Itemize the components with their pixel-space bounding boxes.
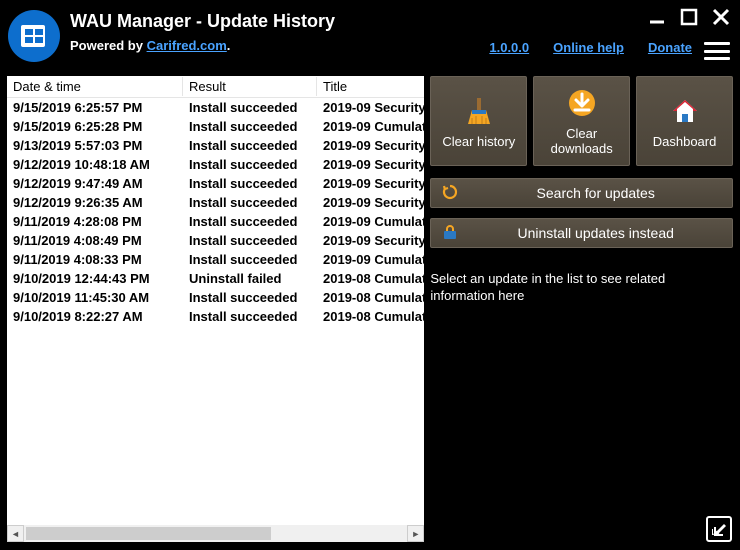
cell-date: 9/11/2019 4:28:08 PM bbox=[7, 212, 183, 231]
dashboard-label: Dashboard bbox=[653, 134, 717, 149]
table-body: 9/15/2019 6:25:57 PMInstall succeeded201… bbox=[7, 98, 424, 525]
cell-result: Install succeeded bbox=[183, 307, 317, 326]
cell-result: Install succeeded bbox=[183, 155, 317, 174]
cell-title: 2019-08 Cumulative Up bbox=[317, 307, 424, 326]
cell-title: 2019-08 Cumulative Up bbox=[317, 269, 424, 288]
cell-date: 9/10/2019 12:44:43 PM bbox=[7, 269, 183, 288]
cell-result: Install succeeded bbox=[183, 136, 317, 155]
powered-by-label: Powered by bbox=[70, 38, 147, 53]
cell-result: Uninstall failed bbox=[183, 269, 317, 288]
header-links: 1.0.0.0 Online help Donate bbox=[489, 40, 692, 55]
col-result[interactable]: Result bbox=[183, 77, 317, 96]
table-row[interactable]: 9/15/2019 6:25:28 PMInstall succeeded201… bbox=[7, 117, 424, 136]
clear-downloads-label: Clear downloads bbox=[536, 126, 627, 156]
cell-date: 9/12/2019 10:48:18 AM bbox=[7, 155, 183, 174]
cell-date: 9/13/2019 5:57:03 PM bbox=[7, 136, 183, 155]
donate-link[interactable]: Donate bbox=[648, 40, 692, 55]
table-row[interactable]: 9/11/2019 4:08:49 PMInstall succeeded201… bbox=[7, 231, 424, 250]
home-icon bbox=[670, 94, 700, 128]
refresh-icon bbox=[441, 183, 459, 204]
side-panel: Clear history Clear downloads Dashboard … bbox=[428, 76, 733, 542]
cell-title: 2019-09 Security Upda bbox=[317, 155, 424, 174]
powered-by-suffix: . bbox=[227, 38, 231, 53]
cell-title: 2019-09 Cumulative Up bbox=[317, 250, 424, 269]
table-row[interactable]: 9/10/2019 12:44:43 PMUninstall failed201… bbox=[7, 269, 424, 288]
cell-date: 9/10/2019 11:45:30 AM bbox=[7, 288, 183, 307]
table-row[interactable]: 9/15/2019 6:25:57 PMInstall succeeded201… bbox=[7, 98, 424, 117]
update-history-table[interactable]: Date & time Result Title 9/15/2019 6:25:… bbox=[7, 76, 424, 542]
col-date[interactable]: Date & time bbox=[7, 77, 183, 96]
clear-downloads-button[interactable]: Clear downloads bbox=[533, 76, 630, 166]
table-row[interactable]: 9/12/2019 9:26:35 AMInstall succeeded201… bbox=[7, 193, 424, 212]
scroll-track[interactable] bbox=[24, 525, 407, 542]
horizontal-scrollbar[interactable]: ◄ ► bbox=[7, 525, 424, 542]
minimize-button[interactable] bbox=[646, 6, 668, 28]
cell-date: 9/12/2019 9:47:49 AM bbox=[7, 174, 183, 193]
clear-history-label: Clear history bbox=[442, 134, 515, 149]
cell-title: 2019-09 Security Upda bbox=[317, 231, 424, 250]
version-link[interactable]: 1.0.0.0 bbox=[489, 40, 529, 55]
clear-history-button[interactable]: Clear history bbox=[430, 76, 527, 166]
lock-icon bbox=[441, 223, 459, 244]
online-help-link[interactable]: Online help bbox=[553, 40, 624, 55]
cell-title: 2019-09 Cumulative Up bbox=[317, 117, 424, 136]
cell-title: 2019-09 Security Upda bbox=[317, 174, 424, 193]
table-row[interactable]: 9/13/2019 5:57:03 PMInstall succeeded201… bbox=[7, 136, 424, 155]
app-logo-icon bbox=[8, 10, 60, 62]
download-icon bbox=[567, 86, 597, 120]
cell-title: 2019-08 Cumulative Up bbox=[317, 288, 424, 307]
cell-date: 9/15/2019 6:25:57 PM bbox=[7, 98, 183, 117]
maximize-button[interactable] bbox=[678, 6, 700, 28]
window-controls bbox=[646, 6, 732, 28]
menu-icon[interactable] bbox=[704, 40, 730, 62]
table-row[interactable]: 9/12/2019 10:48:18 AMInstall succeeded20… bbox=[7, 155, 424, 174]
cell-result: Install succeeded bbox=[183, 212, 317, 231]
cell-title: 2019-09 Security Upda bbox=[317, 136, 424, 155]
table-row[interactable]: 9/11/2019 4:28:08 PMInstall succeeded201… bbox=[7, 212, 424, 231]
table-header: Date & time Result Title bbox=[7, 76, 424, 98]
cell-result: Install succeeded bbox=[183, 193, 317, 212]
broom-icon bbox=[464, 94, 494, 128]
window-title: WAU Manager - Update History bbox=[70, 10, 335, 32]
scroll-right-icon[interactable]: ► bbox=[407, 525, 424, 542]
cell-title: 2019-09 Security Upda bbox=[317, 98, 424, 117]
col-title[interactable]: Title bbox=[317, 77, 424, 96]
cell-title: 2019-09 Cumulative Up bbox=[317, 212, 424, 231]
cell-result: Install succeeded bbox=[183, 250, 317, 269]
table-row[interactable]: 9/11/2019 4:08:33 PMInstall succeeded201… bbox=[7, 250, 424, 269]
scroll-left-icon[interactable]: ◄ bbox=[7, 525, 24, 542]
cell-result: Install succeeded bbox=[183, 174, 317, 193]
titlebar: WAU Manager - Update History Powered by … bbox=[0, 0, 740, 62]
powered-by-link[interactable]: Carifred.com bbox=[147, 38, 227, 53]
table-row[interactable]: 9/12/2019 9:47:49 AMInstall succeeded201… bbox=[7, 174, 424, 193]
cell-date: 9/12/2019 9:26:35 AM bbox=[7, 193, 183, 212]
cell-date: 9/11/2019 4:08:33 PM bbox=[7, 250, 183, 269]
dashboard-button[interactable]: Dashboard bbox=[636, 76, 733, 166]
info-text: Select an update in the list to see rela… bbox=[430, 270, 733, 304]
resize-handle[interactable] bbox=[706, 516, 732, 542]
cell-date: 9/10/2019 8:22:27 AM bbox=[7, 307, 183, 326]
table-row[interactable]: 9/10/2019 11:45:30 AMInstall succeeded20… bbox=[7, 288, 424, 307]
close-button[interactable] bbox=[710, 6, 732, 28]
search-updates-button[interactable]: Search for updates bbox=[430, 178, 733, 208]
uninstall-updates-label: Uninstall updates instead bbox=[469, 225, 722, 241]
cell-result: Install succeeded bbox=[183, 231, 317, 250]
powered-by: Powered by Carifred.com. bbox=[70, 38, 335, 53]
cell-result: Install succeeded bbox=[183, 98, 317, 117]
cell-result: Install succeeded bbox=[183, 117, 317, 136]
cell-result: Install succeeded bbox=[183, 288, 317, 307]
cell-title: 2019-09 Security Upda bbox=[317, 193, 424, 212]
cell-date: 9/11/2019 4:08:49 PM bbox=[7, 231, 183, 250]
table-row[interactable]: 9/10/2019 8:22:27 AMInstall succeeded201… bbox=[7, 307, 424, 326]
scroll-thumb[interactable] bbox=[26, 527, 271, 540]
cell-date: 9/15/2019 6:25:28 PM bbox=[7, 117, 183, 136]
uninstall-updates-button[interactable]: Uninstall updates instead bbox=[430, 218, 733, 248]
search-updates-label: Search for updates bbox=[469, 185, 722, 201]
